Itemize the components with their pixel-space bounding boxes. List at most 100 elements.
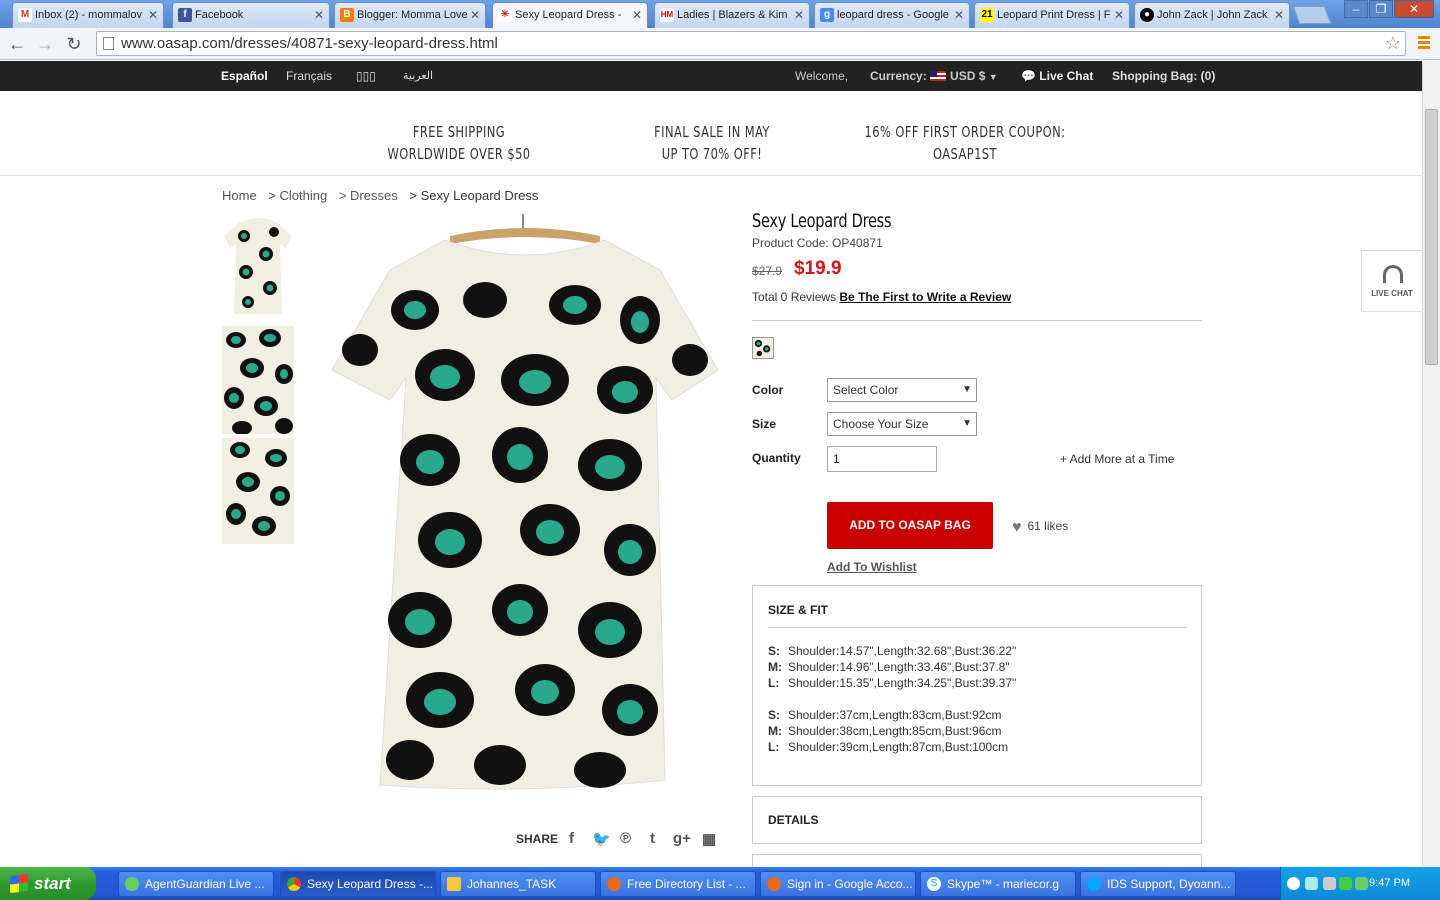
details-panel-toggle[interactable]: DETAILS: [752, 796, 1202, 844]
product-thumbnail[interactable]: [222, 438, 294, 544]
size-code: S:: [768, 708, 780, 722]
close-icon[interactable]: ✕: [632, 3, 642, 27]
breadcrumb: Home > Clothing > Dresses > Sexy Leopard…: [222, 188, 546, 203]
color-swatch[interactable]: [752, 337, 774, 359]
close-icon[interactable]: ✕: [148, 3, 158, 27]
browser-tab[interactable]: f Facebook ✕: [172, 2, 330, 28]
menu-icon[interactable]: [1418, 34, 1430, 52]
reviews-count: Total 0 Reviews: [752, 290, 837, 304]
taskbar-item[interactable]: Sign in - Google Acco...: [760, 871, 916, 897]
url-text[interactable]: www.oasap.com/dresses/40871-sexy-leopard…: [121, 32, 498, 55]
taskbar-item-label: IDS Support, Dyoann...: [1107, 877, 1231, 891]
write-review-link[interactable]: Be The First to Write a Review: [839, 290, 1011, 304]
browser-tab-strip: M Inbox (2) - mommalov ✕ f Facebook ✕ B Blogg…: [0, 0, 1440, 28]
tab-label: Facebook: [195, 9, 244, 21]
taskbar-item-active[interactable]: Sexy Leopard Dress -...: [280, 871, 436, 897]
minimize-icon[interactable]: –: [1344, 0, 1368, 18]
gear-icon[interactable]: [1323, 877, 1336, 890]
close-icon[interactable]: ✕: [954, 3, 964, 27]
lang-other-link[interactable]: ▯▯▯: [356, 61, 376, 91]
firefox-icon: [767, 877, 781, 891]
taskbar-item[interactable]: S Skype™ - mariecor.g: [920, 871, 1076, 897]
browser-tab[interactable]: HM Ladies | Blazers & Kim ✕: [654, 2, 810, 28]
close-icon[interactable]: ✕: [794, 3, 804, 27]
scrollbar-thumb[interactable]: [1425, 109, 1438, 365]
tumblr-share-icon[interactable]: t: [650, 830, 655, 847]
promo-free-shipping[interactable]: FREE SHIPPING WORLDWIDE OVER $50: [374, 121, 544, 165]
breadcrumb-home[interactable]: Home: [222, 188, 257, 203]
window-close-icon[interactable]: ✕: [1394, 0, 1434, 18]
network-icon[interactable]: [1305, 877, 1318, 890]
taskbar-item[interactable]: Johannes_TASK: [440, 871, 596, 897]
size-select[interactable]: Choose Your Size ▼: [827, 412, 977, 436]
product-title: Sexy Leopard Dress: [752, 210, 892, 232]
add-to-wishlist-link[interactable]: Add To Wishlist: [827, 560, 917, 574]
lang-espanol-link[interactable]: Español: [221, 61, 268, 91]
add-to-bag-button[interactable]: ADD TO OASAP BAG: [827, 502, 993, 549]
page-scrollbar[interactable]: [1422, 61, 1440, 867]
taskbar-item[interactable]: IDS Support, Dyoann...: [1080, 871, 1236, 897]
lang-francais-link[interactable]: Français: [286, 61, 332, 91]
promo-coupon[interactable]: 16% OFF FIRST ORDER COUPON: OASAP1ST: [850, 121, 1080, 165]
lang-arabic-link[interactable]: العربية: [403, 61, 433, 91]
likes-button[interactable]: ♥ 61 likes: [1012, 519, 1068, 537]
twitter-share-icon[interactable]: 🐦: [592, 830, 611, 848]
pinterest-share-icon[interactable]: ℗: [620, 830, 631, 847]
system-tray: 9:47 PM: [1280, 867, 1440, 900]
bookmark-star-icon[interactable]: ☆: [1385, 32, 1401, 54]
dropdown-arrow-icon: ▼: [962, 418, 972, 429]
browser-tab[interactable]: B Blogger: Momma Love ✕: [334, 2, 486, 28]
browser-tab-active[interactable]: ✳ Sexy Leopard Dress - ✕: [492, 2, 648, 28]
live-chat-label: Live Chat: [1039, 69, 1094, 83]
product-thumbnail[interactable]: [222, 214, 294, 319]
close-icon[interactable]: ✕: [1274, 3, 1284, 27]
add-more-link[interactable]: + Add More at a Time: [1060, 452, 1174, 466]
oasap-icon: ✳: [498, 8, 512, 22]
promo-final-sale[interactable]: FINAL SALE IN MAY UP TO 70% OFF!: [627, 121, 797, 165]
agent-icon[interactable]: [1355, 877, 1368, 890]
product-main-image[interactable]: [320, 210, 730, 810]
reload-icon[interactable]: ↻: [63, 33, 85, 55]
browser-tab[interactable]: 21 Leopard Print Dress | F ✕: [974, 2, 1130, 28]
taskbar-item[interactable]: Free Directory List - ...: [600, 871, 756, 897]
live-chat-widget[interactable]: LIVE CHAT: [1361, 250, 1423, 312]
close-icon[interactable]: ✕: [314, 3, 324, 27]
divider: [752, 320, 1202, 321]
quantity-input[interactable]: 1: [827, 446, 937, 472]
color-select[interactable]: Select Color ▼: [827, 378, 977, 402]
back-icon[interactable]: ←: [6, 33, 28, 55]
windows-logo-icon: [10, 873, 28, 894]
more-share-icon[interactable]: ▦: [702, 830, 716, 848]
taskbar-item[interactable]: AgentGuardian Live ...: [118, 871, 274, 897]
agentguardian-icon: [125, 877, 139, 891]
facebook-share-icon[interactable]: f: [569, 830, 574, 847]
close-icon[interactable]: ✕: [470, 3, 480, 27]
promo-line: 16% OFF FIRST ORDER COUPON:: [864, 123, 1066, 141]
chat-icon: [1087, 877, 1101, 891]
taskbar-item-label: Sexy Leopard Dress -...: [307, 877, 434, 891]
breadcrumb-dresses[interactable]: > Dresses: [339, 188, 398, 203]
size-row: S: Shoulder:37cm,Length:83cm,Bust:92cm: [768, 708, 1001, 722]
forward-icon[interactable]: →: [34, 33, 56, 55]
browser-tab[interactable]: g leopard dress - Google ✕: [814, 2, 970, 28]
chevron-left-icon[interactable]: [1287, 877, 1300, 890]
currency-selector[interactable]: Currency: USD $ ▼: [870, 61, 998, 92]
live-chat-widget-label: LIVE CHAT: [1371, 289, 1413, 298]
start-button[interactable]: start: [0, 867, 96, 900]
us-flag-icon: [930, 71, 947, 81]
address-bar[interactable]: www.oasap.com/dresses/40871-sexy-leopard…: [96, 31, 1406, 56]
shopping-bag-link[interactable]: Shopping Bag: (0): [1112, 61, 1215, 91]
close-icon[interactable]: ✕: [1114, 3, 1124, 27]
googleplus-share-icon[interactable]: g+: [673, 830, 691, 847]
security-icon[interactable]: [1339, 877, 1352, 890]
breadcrumb-clothing[interactable]: > Clothing: [268, 188, 327, 203]
start-label: start: [34, 874, 71, 893]
new-tab-button[interactable]: [1292, 6, 1332, 24]
live-chat-link[interactable]: 💬 Live Chat: [1021, 61, 1093, 91]
product-thumbnail[interactable]: [222, 326, 294, 434]
browser-tab[interactable]: M Inbox (2) - mommalov ✕: [12, 2, 164, 28]
browser-tab[interactable]: ● John Zack | John Zack ✕: [1134, 2, 1290, 28]
welcome-text: Welcome,: [795, 69, 849, 83]
restore-icon[interactable]: ❐: [1369, 0, 1393, 18]
forever21-icon: 21: [980, 8, 994, 22]
